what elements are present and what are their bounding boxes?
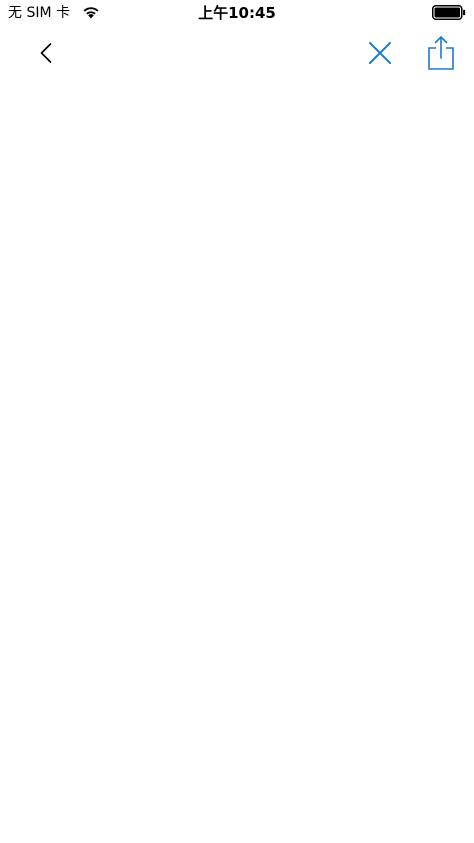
share-icon [428, 36, 454, 70]
web-content-area[interactable] [0, 79, 474, 843]
battery-icon [432, 5, 466, 20]
back-button[interactable] [24, 27, 68, 79]
navigation-bar [0, 27, 474, 79]
share-button[interactable] [419, 27, 463, 79]
close-button[interactable] [358, 27, 402, 79]
status-time: 上午10:45 [198, 4, 276, 22]
chevron-left-icon [40, 43, 52, 63]
close-icon [369, 42, 391, 64]
status-bar: 无 SIM 卡 上午10:45 [0, 0, 474, 27]
